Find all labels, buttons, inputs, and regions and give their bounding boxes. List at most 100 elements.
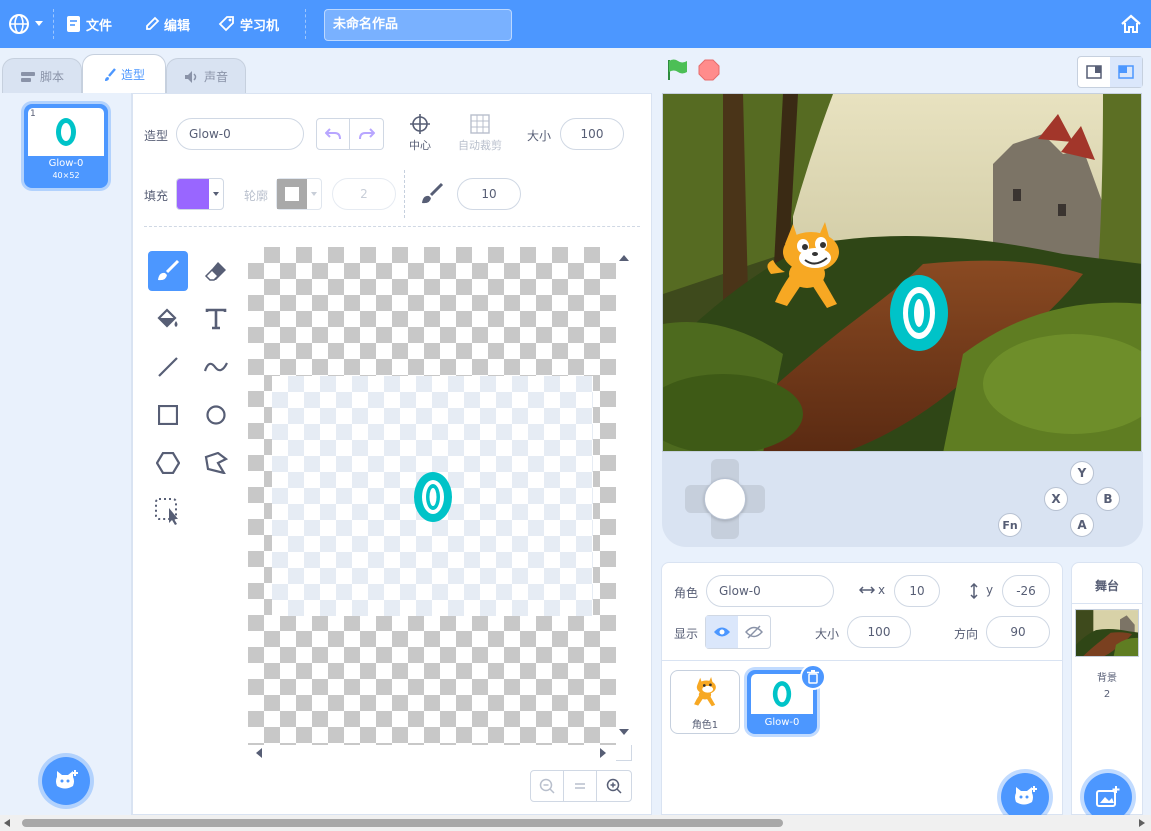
fill-color-picker[interactable] bbox=[176, 178, 224, 210]
small-stage-button[interactable] bbox=[1078, 57, 1110, 87]
costume-thumbnail bbox=[28, 108, 104, 156]
forest-backdrop-image bbox=[663, 94, 1141, 451]
sprite-tile[interactable]: 角色1 bbox=[670, 670, 740, 734]
redo-button[interactable] bbox=[350, 119, 383, 149]
stage-panel-title: 舞台 bbox=[1094, 579, 1119, 593]
green-flag-button[interactable] bbox=[666, 58, 690, 82]
tab-code[interactable]: 脚本 bbox=[2, 58, 82, 94]
tab-sounds-label: 声音 bbox=[203, 70, 228, 84]
costume-name-input[interactable]: Glow-0 bbox=[176, 118, 304, 150]
add-backdrop-button[interactable] bbox=[1084, 773, 1132, 821]
polygon-tool[interactable] bbox=[148, 443, 188, 483]
show-label: 显示 bbox=[674, 627, 699, 641]
fill-tool[interactable] bbox=[148, 299, 188, 339]
home-button[interactable] bbox=[1120, 0, 1146, 48]
gamepad-y-button[interactable]: Y bbox=[1070, 461, 1094, 485]
size-input[interactable]: 100 bbox=[560, 118, 624, 150]
scroll-left-arrow-icon bbox=[4, 819, 10, 827]
fill-label: 填充 bbox=[144, 189, 169, 203]
globe-icon bbox=[9, 14, 29, 34]
y-input[interactable]: -26 bbox=[1002, 575, 1050, 607]
brush-size-input[interactable]: 10 bbox=[457, 178, 521, 210]
glow-zero-image bbox=[56, 118, 76, 146]
hexagon-icon bbox=[156, 452, 180, 474]
undo-button[interactable] bbox=[317, 119, 351, 149]
line-tool[interactable] bbox=[148, 347, 188, 387]
gamepad-fn-button[interactable]: Fn bbox=[998, 513, 1022, 537]
sprite-tile-name: Glow-0 bbox=[764, 717, 800, 728]
costume-item[interactable]: 1 Glow-0 40×52 bbox=[24, 104, 108, 188]
sprite-size-label: 大小 bbox=[815, 627, 840, 641]
backdrop-count: 2 bbox=[1103, 689, 1111, 700]
learn-menu[interactable]: 学习机 bbox=[218, 0, 279, 48]
gamepad-a-button[interactable]: A bbox=[1070, 513, 1094, 537]
stop-button[interactable] bbox=[698, 59, 720, 81]
stage-size-toggle bbox=[1077, 56, 1143, 88]
curve-tool[interactable] bbox=[196, 347, 236, 387]
glow-zero-sprite-image bbox=[890, 275, 948, 351]
scroll-down-arrow-icon bbox=[619, 729, 629, 735]
select-arrow-icon bbox=[155, 498, 178, 525]
direction-input[interactable]: 90 bbox=[986, 616, 1050, 648]
canvas-costume-glyph[interactable] bbox=[412, 470, 454, 527]
scrollbar-thumb[interactable] bbox=[22, 819, 783, 827]
sprite-name-input[interactable]: Glow-0 bbox=[706, 575, 834, 607]
costume-list bbox=[0, 93, 132, 815]
canvas-horizontal-scrollbar[interactable] bbox=[248, 745, 616, 761]
circle-tool[interactable] bbox=[196, 395, 236, 435]
add-sprite-button[interactable] bbox=[1001, 773, 1049, 821]
eraser-icon bbox=[204, 262, 226, 281]
size-label: 大小 bbox=[527, 129, 552, 143]
project-title-input[interactable]: 未命名作品 bbox=[324, 9, 512, 41]
trash-icon bbox=[807, 670, 819, 684]
eye-off-icon bbox=[745, 625, 763, 639]
show-sprite-button[interactable] bbox=[706, 616, 738, 648]
x-label: x bbox=[878, 583, 886, 597]
joystick-knob[interactable] bbox=[704, 478, 746, 520]
zoom-reset-button[interactable] bbox=[563, 770, 597, 802]
undo-redo-group bbox=[316, 118, 384, 150]
learn-menu-label: 学习机 bbox=[240, 18, 280, 34]
select-tool[interactable] bbox=[148, 491, 188, 531]
small-stage-icon bbox=[1086, 65, 1102, 79]
backdrop-thumbnail[interactable] bbox=[1075, 609, 1139, 657]
file-menu[interactable]: 文件 bbox=[66, 0, 112, 48]
outline-width-input[interactable]: 2 bbox=[332, 178, 396, 210]
x-input[interactable]: 10 bbox=[894, 575, 940, 607]
gamepad-x-button[interactable]: X bbox=[1044, 487, 1068, 511]
zoom-out-button[interactable] bbox=[530, 770, 564, 802]
hide-sprite-button[interactable] bbox=[738, 616, 770, 648]
language-menu[interactable] bbox=[8, 0, 48, 48]
eraser-tool[interactable] bbox=[196, 251, 236, 291]
text-tool[interactable] bbox=[196, 299, 236, 339]
autocrop-button[interactable]: 自动裁剪 bbox=[452, 114, 508, 154]
zoom-in-icon bbox=[606, 778, 622, 794]
fill-color-swatch bbox=[177, 179, 209, 209]
page-horizontal-scrollbar[interactable] bbox=[0, 815, 1151, 831]
large-stage-button[interactable] bbox=[1110, 57, 1142, 87]
add-costume-button[interactable] bbox=[42, 757, 90, 805]
home-icon bbox=[1121, 14, 1141, 33]
zoom-in-button[interactable] bbox=[596, 770, 632, 802]
sprite-size-input[interactable]: 100 bbox=[847, 616, 911, 648]
edit-menu[interactable]: 编辑 bbox=[144, 0, 190, 48]
delete-sprite-button[interactable] bbox=[800, 664, 826, 690]
gamepad-b-button[interactable]: B bbox=[1096, 487, 1120, 511]
large-stage-icon bbox=[1118, 65, 1134, 79]
tab-costumes[interactable]: 造型 bbox=[82, 54, 166, 94]
tab-code-label: 脚本 bbox=[39, 70, 64, 84]
crosshair-icon bbox=[410, 114, 430, 134]
center-button[interactable]: 中心 bbox=[404, 114, 436, 154]
vertical-arrows-icon bbox=[970, 583, 978, 599]
tab-sounds[interactable]: 声音 bbox=[166, 58, 246, 94]
reshape-tool[interactable] bbox=[196, 443, 236, 483]
outline-color-picker[interactable] bbox=[276, 178, 322, 210]
canvas-vertical-scrollbar[interactable] bbox=[616, 247, 632, 745]
sprite-tile-name: 角色1 bbox=[691, 720, 719, 731]
backdrop-label: 背景 bbox=[1097, 673, 1117, 684]
rect-tool[interactable] bbox=[148, 395, 188, 435]
brush-tool[interactable] bbox=[148, 251, 188, 291]
equals-icon bbox=[575, 783, 585, 789]
file-icon bbox=[67, 16, 80, 32]
stage[interactable] bbox=[662, 93, 1142, 452]
